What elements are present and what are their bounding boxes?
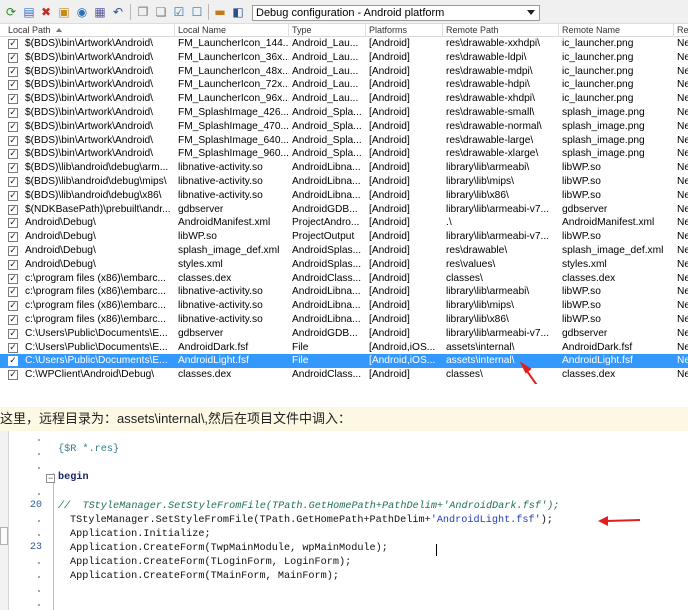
annotation-arrow-code [598, 516, 641, 526]
annotation-arrow-deploy [519, 361, 538, 384]
explanation-note: 这里，远程目录为：assets\internal\,然后在项目文件中调入： [0, 407, 688, 431]
deployment-manager: ⟳ ▤ ✖ ▣ ◉ ▦ ↶ ❐ ❏ ☑ ☐ ▬ ◧ Debug configur… [0, 0, 688, 384]
note-text: 这里，远程目录为：assets\internal\,然后在项目文件中调入： [0, 411, 352, 426]
code-editor[interactable]: 20 23 − {$R *.res} begin // TStyleManage… [0, 431, 688, 610]
